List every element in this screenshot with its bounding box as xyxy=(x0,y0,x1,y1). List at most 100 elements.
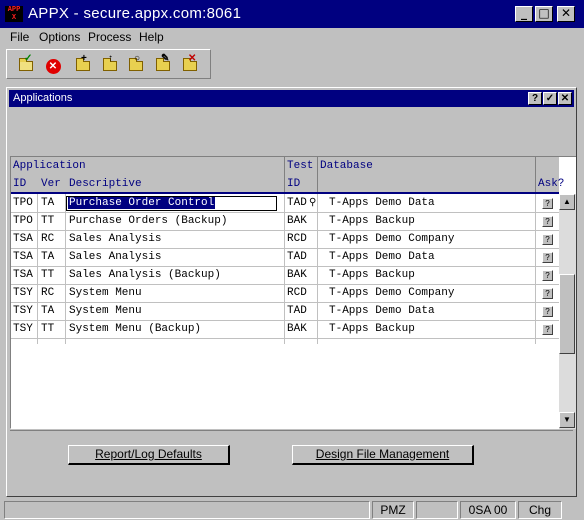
button-divider xyxy=(10,430,573,431)
cell-test-id[interactable]: TAD xyxy=(287,305,307,317)
header-ver: Ver xyxy=(41,178,61,190)
cell-test-id[interactable]: BAK xyxy=(287,215,307,227)
design-file-management-button[interactable]: Design File Management xyxy=(292,445,474,465)
cell-descriptive[interactable]: System Menu xyxy=(69,287,142,299)
scroll-down-arrow-icon[interactable]: ▼ xyxy=(559,412,575,428)
cell-ver[interactable]: RC xyxy=(41,287,54,299)
ask-checkbox[interactable]: ? xyxy=(542,198,553,209)
window-title: APPX - secure.appx.com:8061 xyxy=(28,5,242,22)
menu-options[interactable]: Options xyxy=(39,30,80,44)
cell-id[interactable]: TSA xyxy=(13,233,33,245)
ask-checkbox[interactable]: ? xyxy=(542,252,553,263)
cell-id[interactable]: TSA xyxy=(13,251,33,263)
cell-ver[interactable]: TT xyxy=(41,323,54,335)
cell-descriptive[interactable]: Purchase Order Control xyxy=(68,197,216,209)
header-id: ID xyxy=(13,178,27,190)
cell-descriptive[interactable]: System Menu xyxy=(69,305,142,317)
cancel-icon[interactable]: ✕ xyxy=(44,56,62,74)
cell-database[interactable]: T-Apps Backup xyxy=(329,215,415,227)
scroll-up-arrow-icon[interactable]: ▲ xyxy=(559,194,575,210)
cancel-child-button[interactable]: ✕ xyxy=(558,92,572,105)
table-row[interactable]: TSA RC Sales Analysis RCD T-Apps Demo Compan… xyxy=(11,231,559,249)
close-button[interactable]: ✕ xyxy=(557,6,575,22)
ask-checkbox[interactable]: ? xyxy=(542,288,553,299)
report-log-defaults-button[interactable]: Report/Log Defaults xyxy=(68,445,230,465)
cell-id[interactable]: TPO xyxy=(13,215,33,227)
ask-checkbox[interactable]: ? xyxy=(542,324,553,335)
ask-checkbox[interactable]: ? xyxy=(542,234,553,245)
toolbar: ✓ ✕ + ↑ ○ ✎ ✕ xyxy=(6,49,211,79)
cell-test-id[interactable]: BAK xyxy=(287,269,307,281)
status-bar: PMZ 0SA 00 Chg xyxy=(0,498,584,520)
ask-checkbox[interactable]: ? xyxy=(542,270,553,281)
menu-bar: File Options Process Help xyxy=(0,28,584,46)
cell-descriptive[interactable]: Sales Analysis xyxy=(69,251,161,263)
table-row[interactable]: TSY RC System Menu RCD T-Apps Demo Company? xyxy=(11,285,559,303)
header-application: Application xyxy=(13,160,86,172)
table-row[interactable]: TSY TA System Menu TAD T-Apps Demo Data? xyxy=(11,303,559,321)
cell-database[interactable]: T-Apps Demo Company xyxy=(329,233,454,245)
cell-id[interactable]: TSA xyxy=(13,269,33,281)
cell-database[interactable]: T-Apps Backup xyxy=(329,323,415,335)
menu-process[interactable]: Process xyxy=(88,30,131,44)
grid-scrollbar[interactable]: ▲ ▼ xyxy=(559,194,576,429)
minimize-button[interactable]: _ xyxy=(515,6,533,22)
cell-test-id[interactable]: TAD xyxy=(287,197,307,209)
cell-test-id[interactable]: RCD xyxy=(287,233,307,245)
cell-test-id[interactable]: RCD xyxy=(287,287,307,299)
cell-descriptive[interactable]: Sales Analysis (Backup) xyxy=(69,269,221,281)
table-row[interactable]: TSY TT System Menu (Backup) BAK T-Apps Backu… xyxy=(11,321,559,339)
binoculars-lookup-icon[interactable]: ⚲ xyxy=(309,197,316,209)
cell-id[interactable]: TSY xyxy=(13,323,33,335)
cell-ver[interactable]: TA xyxy=(41,251,54,263)
appx-logo-icon[interactable]: APP X xyxy=(5,6,23,22)
table-row[interactable]: TSA TA Sales Analysis TAD T-Apps Demo Data? xyxy=(11,249,559,267)
cell-id[interactable]: TSY xyxy=(13,305,33,317)
applications-grid: Application ID Ver Descriptive Test ID D… xyxy=(10,156,576,429)
scroll-thumb[interactable] xyxy=(559,274,575,354)
help-button[interactable]: ? xyxy=(528,92,542,105)
accept-button[interactable]: ✓ xyxy=(543,92,557,105)
cell-ver[interactable]: TA xyxy=(41,305,54,317)
menu-help[interactable]: Help xyxy=(139,30,164,44)
ask-checkbox[interactable]: ? xyxy=(542,216,553,227)
header-descriptive: Descriptive xyxy=(69,178,142,190)
folder-edit-icon[interactable]: ✎ xyxy=(154,54,172,74)
descriptive-edit-field[interactable]: Purchase Order Control xyxy=(66,196,277,211)
cell-database[interactable]: T-Apps Demo Data xyxy=(329,197,435,209)
cell-descriptive[interactable]: Purchase Orders (Backup) xyxy=(69,215,227,227)
grid-header: Application ID Ver Descriptive Test ID D… xyxy=(11,157,564,194)
cell-test-id[interactable]: BAK xyxy=(287,323,307,335)
cell-ver[interactable]: TA xyxy=(41,197,54,209)
folder-search-icon[interactable]: ○ xyxy=(127,54,145,74)
cell-ver[interactable]: RC xyxy=(41,233,54,245)
cell-descriptive[interactable]: System Menu (Backup) xyxy=(69,323,201,335)
cell-test-id[interactable]: TAD xyxy=(287,251,307,263)
cell-database[interactable]: T-Apps Demo Data xyxy=(329,305,435,317)
cell-id[interactable]: TSY xyxy=(13,287,33,299)
cell-ver[interactable]: TT xyxy=(41,215,54,227)
cell-database[interactable]: T-Apps Backup xyxy=(329,269,415,281)
cell-descriptive[interactable]: Sales Analysis xyxy=(69,233,161,245)
header-ask: Ask? xyxy=(538,178,565,190)
ok-check-icon[interactable]: ✓ xyxy=(17,54,35,74)
table-row[interactable]: TPO TT Purchase Orders (Backup) BAK T-Apps B… xyxy=(11,213,559,231)
cell-id[interactable]: TPO xyxy=(13,197,33,209)
menu-file[interactable]: File xyxy=(10,30,29,44)
cell-database[interactable]: T-Apps Demo Data xyxy=(329,251,435,263)
table-row[interactable]: TSA TT Sales Analysis (Backup) BAK T-Apps Ba… xyxy=(11,267,559,285)
cell-database[interactable]: T-Apps Demo Company xyxy=(329,287,454,299)
status-message xyxy=(4,501,370,519)
maximize-button[interactable]: □ xyxy=(535,6,553,22)
folder-open-icon[interactable]: ↑ xyxy=(101,54,119,74)
cell-ver[interactable]: TT xyxy=(41,269,54,281)
ask-checkbox[interactable]: ? xyxy=(542,306,553,317)
status-empty xyxy=(416,501,458,519)
applications-window: Applications ? ✓ ✕ Application ID Ver De… xyxy=(6,87,577,497)
folder-new-icon[interactable]: + xyxy=(74,54,92,74)
design-file-management-label: Design File Management xyxy=(315,447,450,461)
folder-delete-icon[interactable]: ✕ xyxy=(181,54,199,74)
applications-title: Applications xyxy=(13,92,73,104)
status-mode: Chg xyxy=(518,501,562,519)
table-row[interactable]: TPO TA Purchase Order Control ⚲ TAD T-Apps De… xyxy=(11,195,559,213)
